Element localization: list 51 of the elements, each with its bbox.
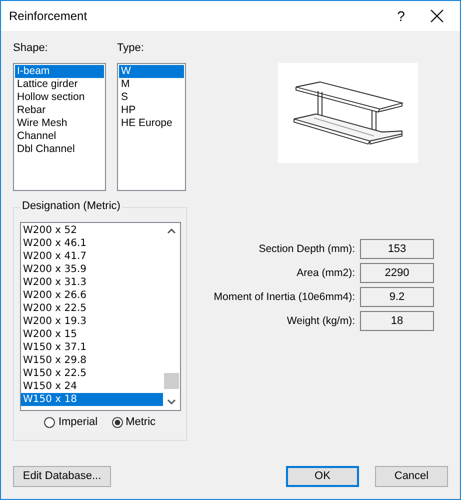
help-button[interactable]: ?	[386, 8, 416, 24]
list-label: Shape:	[13, 41, 49, 56]
list-item[interactable]: M	[119, 78, 184, 91]
property-value: 153	[360, 239, 434, 259]
list-item[interactable]: W200 x 31.3	[21, 276, 163, 289]
list-item[interactable]: W200 x 41.7	[21, 250, 163, 263]
scroll-thumb[interactable]	[164, 373, 179, 389]
list-item[interactable]: W150 x 22.5	[21, 367, 163, 380]
list-item[interactable]: W150 x 24	[21, 380, 163, 393]
list-item[interactable]: Lattice girder	[15, 78, 104, 91]
designation-list[interactable]: W200 x 52 W200 x 46.1 W200 x 41.7 W200 x 35.9 W200 x 31.3 W200 x 26.6 W200 x 22.5 W200 x 19.3 W200 x 15 W150 x 37.1 W150 x 29.8 W150 x 22.5 W150 x 24 W150 x 18	[20, 222, 181, 411]
property-value: 2290	[360, 263, 434, 283]
list-item[interactable]: W	[119, 65, 184, 78]
property-value: 9.2	[360, 287, 434, 307]
radio-label[interactable]: Imperial	[58, 416, 98, 428]
list-item[interactable]: Hollow section	[15, 91, 104, 104]
list-item[interactable]: Channel	[15, 130, 104, 143]
property-label: Weight (kg/m):	[286, 315, 355, 327]
list-item[interactable]: Dbl Channel	[15, 143, 104, 156]
dialog-button[interactable]: Edit Database...	[13, 466, 111, 486]
radio-label[interactable]: Metric	[126, 416, 156, 428]
list-item[interactable]: W200 x 46.1	[21, 237, 163, 250]
window-title: Reinforcement	[9, 9, 88, 23]
list-item[interactable]: W200 x 19.3	[21, 315, 163, 328]
close-icon[interactable]	[430, 9, 444, 23]
list-item[interactable]: W150 x 37.1	[21, 341, 163, 354]
list-item[interactable]: HP	[119, 104, 184, 117]
list-item[interactable]: W200 x 52	[21, 224, 163, 237]
radio-button[interactable]	[112, 416, 123, 428]
list-item[interactable]: W150 x 29.8	[21, 354, 163, 367]
property-label: Moment of Inertia (10e6mm4):	[214, 291, 355, 303]
shape-list[interactable]: I-beam Lattice girder Hollow section Rebar Wire Mesh Channel Dbl Channel	[13, 63, 106, 191]
list-item[interactable]: Wire Mesh	[15, 117, 104, 130]
radio-button[interactable]	[44, 416, 56, 428]
property-label: Section Depth (mm):	[258, 243, 355, 255]
list-item[interactable]: W200 x 35.9	[21, 263, 163, 276]
list-item[interactable]: W200 x 26.6	[21, 289, 163, 302]
dialog-button[interactable]: Cancel	[375, 466, 448, 486]
list-item[interactable]: W200 x 15	[21, 328, 163, 341]
type-list[interactable]: W M S HP HE Europe	[117, 63, 186, 191]
list-item[interactable]: HE Europe	[119, 117, 184, 130]
list-item[interactable]: I-beam	[15, 65, 104, 78]
list-item[interactable]: Rebar	[15, 104, 104, 117]
list-label: Type:	[117, 41, 145, 56]
list-item[interactable]: W200 x 22.5	[21, 302, 163, 315]
list-item[interactable]: W150 x 18	[21, 393, 163, 406]
list-item[interactable]: S	[119, 91, 184, 104]
property-value: 18	[360, 311, 434, 331]
dialog-button[interactable]: OK	[286, 466, 359, 486]
property-label: Area (mm2):	[296, 267, 355, 279]
group-title: Designation (Metric)	[20, 200, 122, 212]
